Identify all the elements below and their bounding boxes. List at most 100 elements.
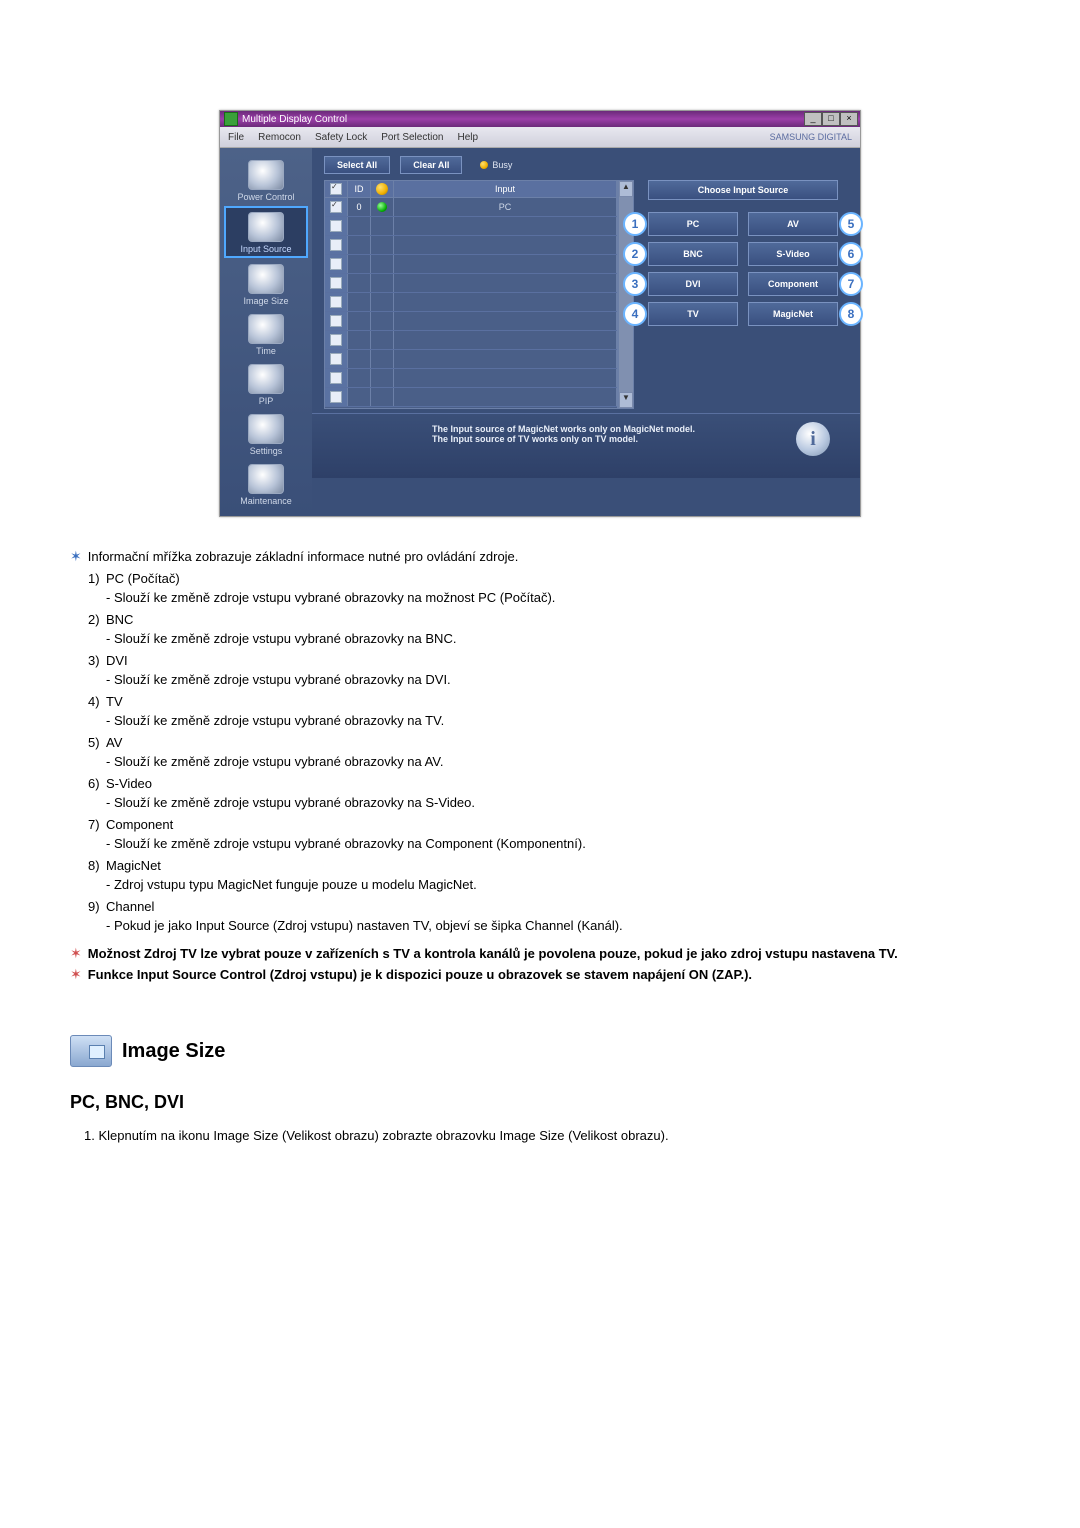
row-input — [394, 331, 617, 349]
sidebar-item-pip[interactable]: PIP — [226, 360, 306, 408]
clear-all-button[interactable]: Clear All — [400, 156, 462, 174]
row-checkbox[interactable] — [330, 353, 342, 365]
row-checkbox[interactable] — [330, 258, 342, 270]
row-checkbox[interactable] — [330, 296, 342, 308]
source-button-tv[interactable]: TV4 — [648, 302, 738, 326]
callout-number: 2 — [623, 242, 647, 266]
header-checkbox[interactable] — [330, 183, 342, 195]
item-number: 8) — [88, 856, 106, 876]
table-row[interactable] — [325, 255, 617, 274]
row-checkbox[interactable] — [330, 372, 342, 384]
source-button-pc[interactable]: PC1 — [648, 212, 738, 236]
sidebar-item-maintenance[interactable]: Maintenance — [226, 460, 306, 508]
menu-bar: File Remocon Safety Lock Port Selection … — [220, 127, 860, 148]
item-number: 7) — [88, 815, 106, 835]
callout-number: 4 — [623, 302, 647, 326]
row-checkbox[interactable] — [330, 220, 342, 232]
item-description: - Slouží ke změně zdroje vstupu vybrané … — [106, 834, 1010, 854]
item-description: - Slouží ke změně zdroje vstupu vybrané … — [106, 752, 1010, 772]
menu-file[interactable]: File — [228, 132, 244, 143]
row-checkbox[interactable] — [330, 239, 342, 251]
item-title: BNC — [106, 612, 133, 627]
sidebar-label: Maintenance — [240, 496, 292, 506]
callout-number: 6 — [839, 242, 863, 266]
row-checkbox[interactable] — [330, 201, 342, 213]
source-button-magicnet[interactable]: MagicNet8 — [748, 302, 838, 326]
busy-label: Busy — [492, 160, 512, 170]
row-id — [348, 255, 371, 273]
table-row[interactable] — [325, 388, 617, 407]
sidebar-item-input-source[interactable]: Input Source — [224, 206, 308, 258]
busy-indicator: Busy — [480, 160, 512, 170]
maximize-button[interactable]: □ — [822, 112, 840, 126]
sidebar-item-settings[interactable]: Settings — [226, 410, 306, 458]
item-title: MagicNet — [106, 858, 161, 873]
item-description: - Slouží ke změně zdroje vstupu vybrané … — [106, 711, 1010, 731]
callout-number: 5 — [839, 212, 863, 236]
item-number: 9) — [88, 897, 106, 917]
table-row[interactable] — [325, 312, 617, 331]
row-checkbox[interactable] — [330, 391, 342, 403]
title-bar: Multiple Display Control _ □ × — [220, 111, 860, 127]
row-input — [394, 369, 617, 387]
table-row[interactable] — [325, 293, 617, 312]
col-input: Input — [394, 181, 617, 197]
row-input — [394, 255, 617, 273]
menu-safety-lock[interactable]: Safety Lock — [315, 132, 367, 143]
sidebar-item-time[interactable]: Time — [226, 310, 306, 358]
row-id — [348, 312, 371, 330]
source-button-component[interactable]: Component7 — [748, 272, 838, 296]
scroll-up-icon[interactable]: ▲ — [619, 181, 633, 197]
busy-dot-icon — [480, 161, 488, 169]
scroll-down-icon[interactable]: ▼ — [619, 392, 633, 408]
grid-body: 0PC — [325, 198, 617, 408]
item-description: - Slouží ke změně zdroje vstupu vybrané … — [106, 670, 1010, 690]
sidebar: Power Control Input Source Image Size Ti… — [220, 148, 312, 516]
row-id — [348, 350, 371, 368]
display-grid: ID Input 0PC — [324, 180, 618, 409]
row-checkbox[interactable] — [330, 277, 342, 289]
power-icon — [248, 160, 284, 190]
table-row[interactable] — [325, 350, 617, 369]
item-title: PC (Počítač) — [106, 571, 180, 586]
table-row[interactable]: 0PC — [325, 198, 617, 217]
source-button-s-video[interactable]: S-Video6 — [748, 242, 838, 266]
item-title: S-Video — [106, 776, 152, 791]
item-title: DVI — [106, 653, 128, 668]
sidebar-label: Power Control — [237, 192, 294, 202]
source-button-av[interactable]: AV5 — [748, 212, 838, 236]
minimize-button[interactable]: _ — [804, 112, 822, 126]
row-input — [394, 388, 617, 406]
row-checkbox[interactable] — [330, 315, 342, 327]
table-row[interactable] — [325, 274, 617, 293]
item-description: - Slouží ke změně zdroje vstupu vybrané … — [106, 588, 1010, 608]
source-button-dvi[interactable]: DVI3 — [648, 272, 738, 296]
row-input — [394, 274, 617, 292]
menu-help[interactable]: Help — [457, 132, 478, 143]
select-all-button[interactable]: Select All — [324, 156, 390, 174]
item-number: 4) — [88, 692, 106, 712]
settings-icon — [248, 414, 284, 444]
table-row[interactable] — [325, 369, 617, 388]
note-bar: The Input source of MagicNet works only … — [312, 413, 860, 478]
source-button-bnc[interactable]: BNC2 — [648, 242, 738, 266]
close-button[interactable]: × — [840, 112, 858, 126]
table-row[interactable] — [325, 331, 617, 350]
menu-port-selection[interactable]: Port Selection — [381, 132, 443, 143]
sidebar-item-image-size[interactable]: Image Size — [226, 260, 306, 308]
row-checkbox[interactable] — [330, 334, 342, 346]
col-status-icon — [376, 183, 388, 195]
sidebar-item-power-control[interactable]: Power Control — [226, 156, 306, 204]
item-description: - Slouží ke změně zdroje vstupu vybrané … — [106, 629, 1010, 649]
list-item: 4)TV- Slouží ke změně zdroje vstupu vybr… — [88, 692, 1010, 731]
status-dot-icon — [377, 202, 387, 212]
row-id — [348, 274, 371, 292]
table-row[interactable] — [325, 217, 617, 236]
sub-section-step: 1. Klepnutím na ikonu Image Size (Veliko… — [84, 1126, 1010, 1146]
callout-number: 3 — [623, 272, 647, 296]
row-id — [348, 369, 371, 387]
star-icon — [70, 549, 82, 563]
item-number: 2) — [88, 610, 106, 630]
menu-remocon[interactable]: Remocon — [258, 132, 301, 143]
table-row[interactable] — [325, 236, 617, 255]
